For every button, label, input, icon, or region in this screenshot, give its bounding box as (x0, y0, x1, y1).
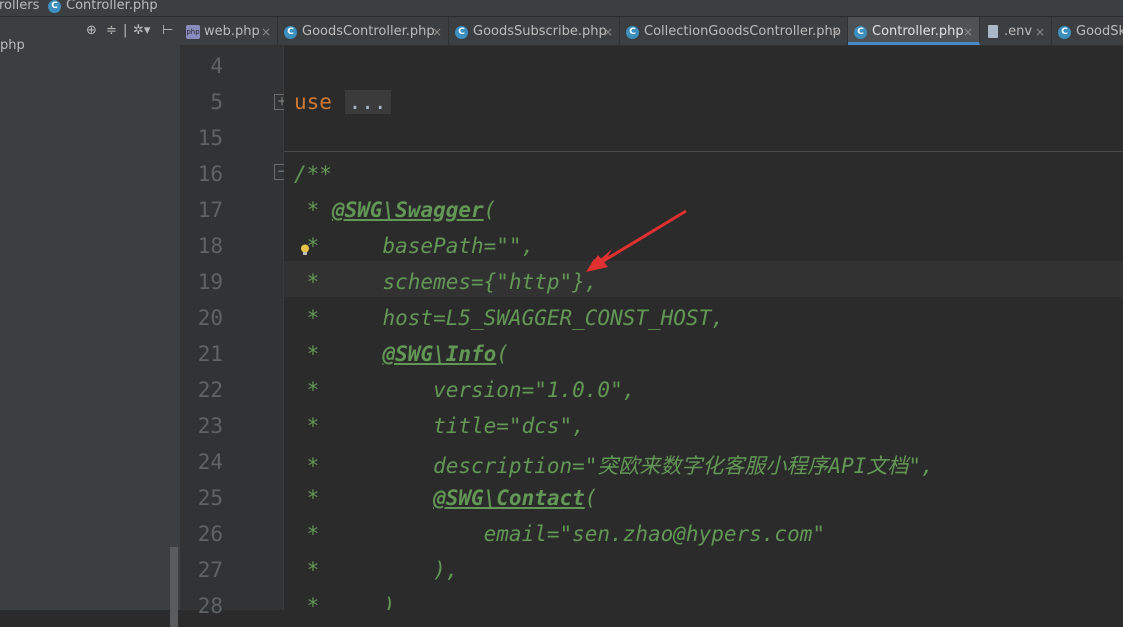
file-icon (988, 25, 998, 38)
code-line: * basePath="", (294, 234, 535, 258)
line-number: 27 (197, 558, 223, 582)
code-line: * schemes={"http"}, (294, 270, 598, 294)
php-class-icon: C (1058, 26, 1071, 39)
close-icon[interactable]: × (963, 17, 973, 45)
tab-collection-goods-controller[interactable]: C CollectionGoodsController.php × (620, 17, 848, 45)
tab-web-php[interactable]: php web.php × (180, 17, 278, 45)
tab-label: Controller.php (872, 24, 964, 39)
code-text: * (294, 198, 332, 222)
close-icon[interactable]: × (261, 17, 271, 45)
gear-icon[interactable]: ✲▾ (133, 23, 150, 38)
tab-label: web.php (204, 24, 260, 39)
line-number-gutter: 4 5 15 16 17 18 19 20 21 22 23 24 25 26 … (180, 46, 290, 618)
sidebar-item[interactable]: php (0, 38, 25, 53)
php-class-icon: C (284, 26, 297, 39)
project-sidebar: ⊕ ≑ | ✲▾ ⊢ php (0, 17, 180, 627)
code-line: * @SWG\Contact( (294, 486, 598, 510)
code-line: * title="dcs", (294, 414, 585, 438)
keyword: use (294, 90, 332, 114)
divider: | (123, 23, 128, 38)
tab-goods-controller[interactable]: C GoodsController.php × (278, 17, 449, 45)
code-text: ( (584, 486, 598, 510)
line-number: 5 (210, 90, 223, 114)
line-number: 17 (197, 198, 223, 222)
annotation-arrow-icon (586, 209, 687, 272)
tab-goodsku[interactable]: C GoodSku (1052, 17, 1123, 45)
code-editor[interactable]: use ... /** * @SWG\Swagger( * basePath="… (284, 46, 1123, 610)
tab-goods-subscribe[interactable]: C GoodsSubscribe.php × (449, 17, 620, 45)
breadcrumb: rollers C Controller.php (0, 0, 1123, 17)
annotation-tag: @SWG\Contact (433, 486, 585, 510)
line-number: 20 (197, 306, 223, 330)
code-line: * @SWG\Swagger( (294, 198, 497, 222)
code-line: * @SWG\Info( (294, 342, 509, 366)
close-icon[interactable]: × (432, 17, 442, 45)
tab-controller[interactable]: C Controller.php × (848, 17, 980, 45)
line-number: 16 (197, 162, 223, 186)
close-icon[interactable]: × (1035, 17, 1045, 45)
code-text: ( (483, 198, 497, 222)
line-number: 23 (197, 414, 223, 438)
editor-tab-bar: php web.php × C GoodsController.php × C … (180, 17, 1123, 46)
code-line: * ), (294, 558, 459, 582)
line-number: 22 (197, 378, 223, 402)
php-class-icon: C (626, 26, 639, 39)
line-number: 25 (197, 486, 223, 510)
method-separator (284, 151, 1123, 152)
line-number: 26 (197, 522, 223, 546)
line-number: 28 (197, 594, 223, 618)
code-text: * (294, 486, 434, 510)
line-number: 21 (197, 342, 223, 366)
breadcrumb-folder[interactable]: rollers (0, 0, 39, 13)
close-icon[interactable]: × (603, 17, 613, 45)
line-number: 4 (210, 54, 223, 78)
php-file-icon: php (186, 25, 200, 39)
collapse-icon[interactable]: ≑ (106, 23, 117, 38)
annotation-tag: @SWG\Info (382, 342, 497, 366)
target-icon[interactable]: ⊕ (86, 23, 97, 38)
close-icon[interactable]: × (831, 17, 841, 45)
php-class-icon: C (48, 0, 61, 13)
php-class-icon: C (854, 26, 867, 39)
folded-region[interactable]: ... (344, 90, 391, 114)
tab-label: GoodsSubscribe.php (473, 24, 607, 39)
php-class-icon: C (455, 26, 468, 39)
tab-env[interactable]: .env × (980, 17, 1052, 45)
breadcrumb-file[interactable]: Controller.php (66, 0, 158, 13)
line-number: 24 (197, 450, 223, 474)
tab-label: GoodSku (1076, 24, 1123, 39)
tab-label: .env (1004, 24, 1033, 39)
tab-label: CollectionGoodsController.php (644, 24, 841, 39)
lightbulb-icon[interactable] (300, 244, 310, 256)
code-line: * version="1.0.0", (294, 378, 636, 402)
code-line: * description="突欧来数字化客服小程序API文档", (294, 454, 934, 478)
hide-icon[interactable]: ⊢ (162, 23, 173, 38)
line-number: 18 (197, 234, 223, 258)
code-text: * (294, 342, 383, 366)
code-line: /** (294, 162, 332, 186)
line-number: 19 (197, 270, 223, 294)
code-text: ( (496, 342, 509, 366)
annotation-tag: @SWG\Swagger (331, 198, 484, 222)
line-number: 15 (197, 126, 223, 150)
sidebar-scrollbar[interactable] (170, 547, 178, 627)
code-line: * host=L5_SWAGGER_CONST_HOST, (294, 306, 724, 330)
tab-label: GoodsController.php (302, 24, 435, 39)
code-line: use ... (294, 90, 391, 114)
code-line: * ) (294, 594, 396, 610)
code-line: * email="sen.zhao@hypers.com" (294, 522, 826, 546)
